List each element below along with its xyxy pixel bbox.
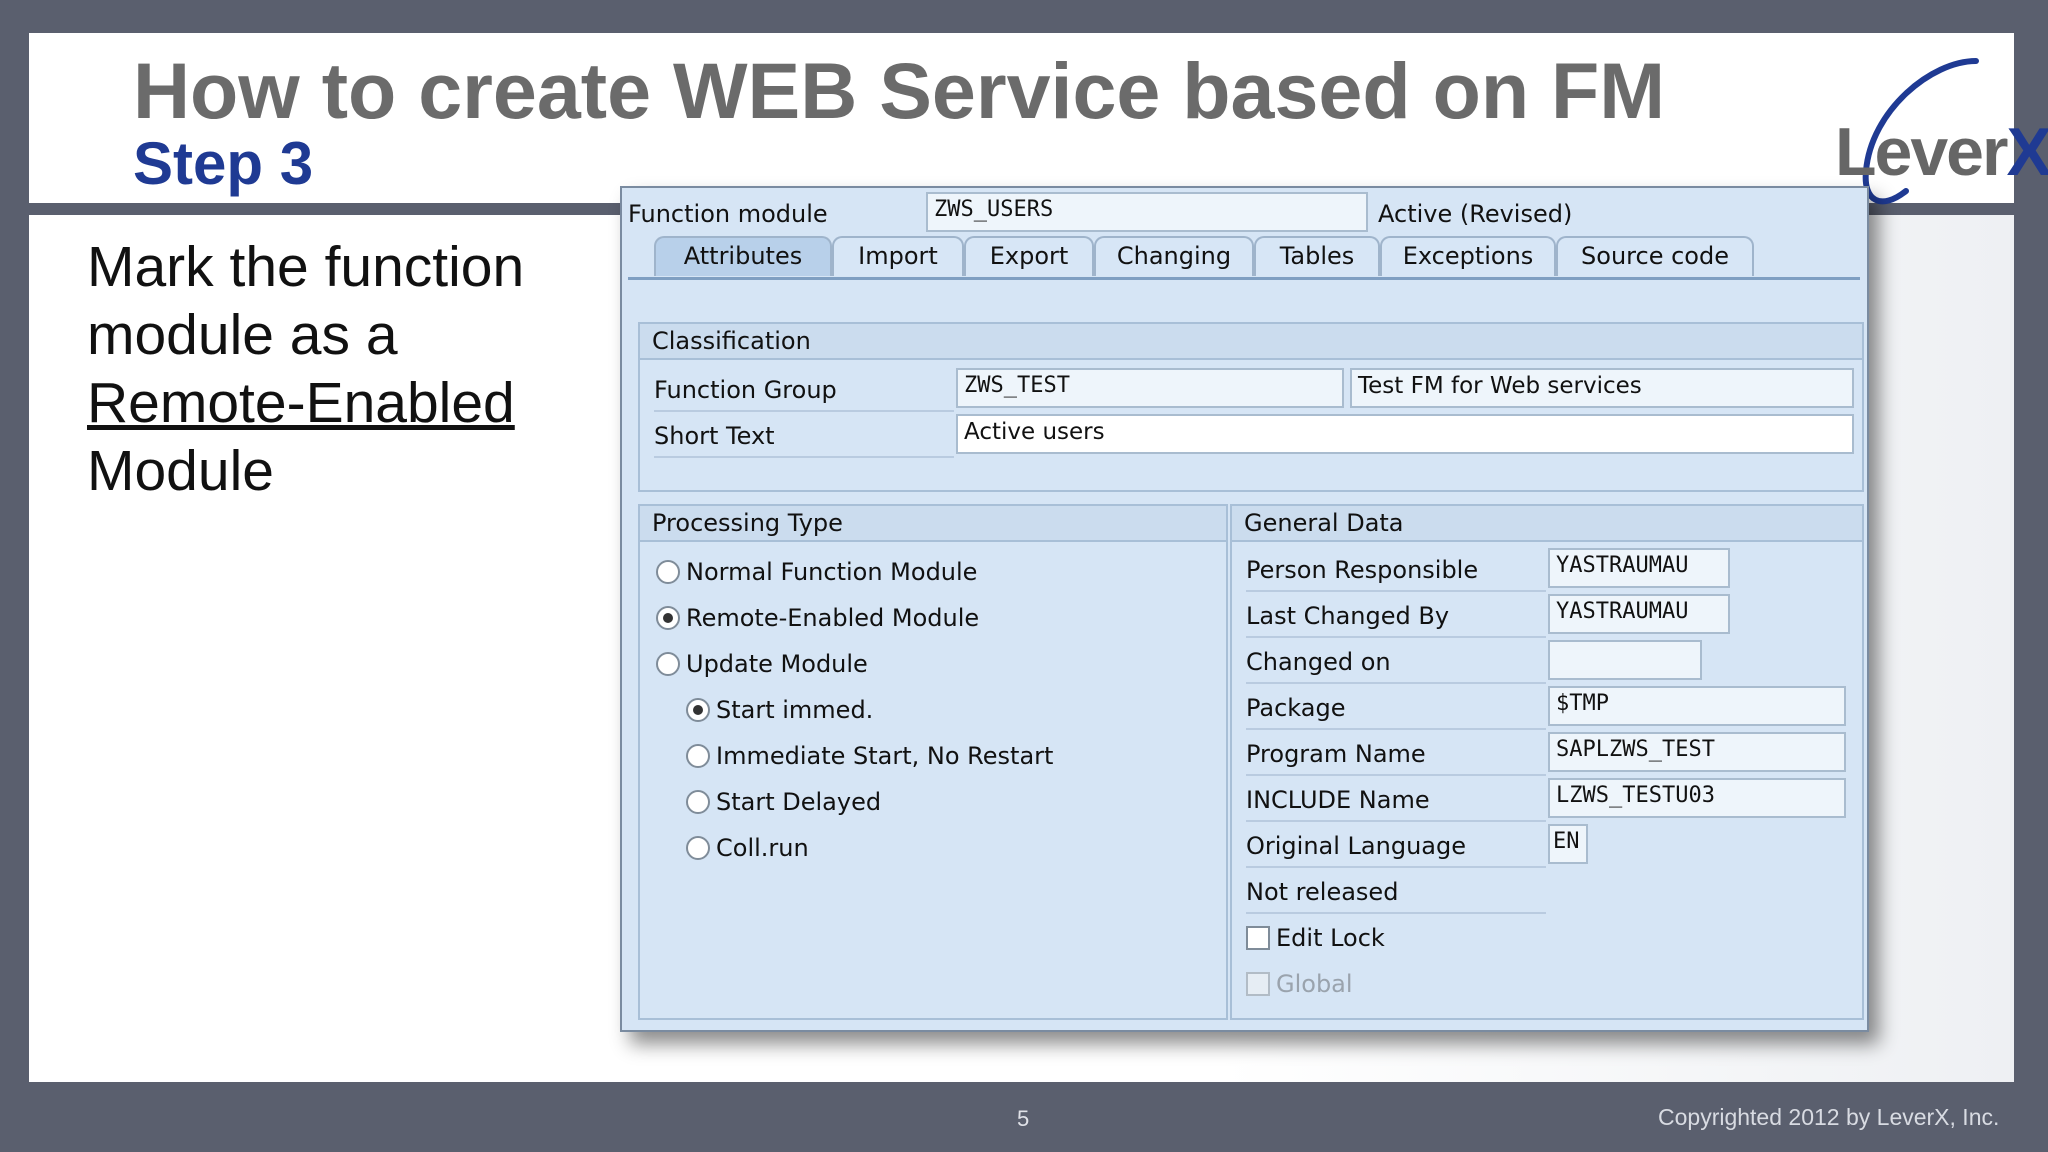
copyright-text: Copyrighted 2012 by LeverX, Inc. [1658,1104,2000,1130]
last-changed-by-field[interactable]: YASTRAUMAU [1548,594,1730,634]
short-text-label: Short Text [654,422,954,458]
radio-start-delayed[interactable] [686,790,710,814]
radio-start-delayed-label: Start Delayed [716,788,882,816]
tab-changing[interactable]: Changing [1094,236,1254,276]
function-module-label: Function module [628,200,828,228]
include-name-field[interactable]: LZWS_TESTU03 [1548,778,1846,818]
person-responsible-label: Person Responsible [1246,556,1546,592]
program-name-label: Program Name [1246,740,1546,776]
tab-import[interactable]: Import [832,236,964,276]
instruction-line: Module [87,439,274,503]
release-status-label: Not released [1246,878,1546,914]
classification-group: Classification Function Group ZWS_TEST T… [638,322,1864,492]
tab-export[interactable]: Export [964,236,1094,276]
tab-source-code[interactable]: Source code [1556,236,1754,276]
slide-title: How to create WEB Service based on FM [133,46,1666,135]
radio-coll-run-label: Coll.run [716,834,809,862]
radio-coll-run[interactable] [686,836,710,860]
tab-underline [628,277,1860,280]
general-data-group: General Data Person Responsible YASTRAUM… [1230,504,1864,1020]
radio-normal-function-module-label: Normal Function Module [686,558,978,586]
changed-on-label: Changed on [1246,648,1546,684]
original-language-field[interactable]: EN [1548,824,1588,864]
person-responsible-field[interactable]: YASTRAUMAU [1548,548,1730,588]
status-text: Active (Revised) [1378,200,1573,228]
page-number: 5 [1017,1106,1030,1131]
program-name-field[interactable]: SAPLZWS_TEST [1548,732,1846,772]
instruction-line: Mark the function [87,235,525,299]
instruction-emphasis: Remote-Enabled [87,371,515,435]
global-label: Global [1276,970,1353,998]
last-changed-by-label: Last Changed By [1246,602,1546,638]
radio-update-module[interactable] [656,652,680,676]
tab-tables[interactable]: Tables [1254,236,1380,276]
edit-lock-label: Edit Lock [1276,924,1385,952]
package-field[interactable]: $TMP [1548,686,1846,726]
radio-remote-enabled-module[interactable] [656,606,680,630]
processing-type-group: Processing Type Normal Function Module R… [638,504,1228,1020]
processing-type-title: Processing Type [640,506,1226,542]
original-language-label: Original Language [1246,832,1546,868]
instruction-text: Mark the function module as a Remote-Ena… [87,233,647,505]
instruction-line: module as a [87,303,398,367]
radio-immediate-start-no-restart-label: Immediate Start, No Restart [716,742,1054,770]
include-name-label: INCLUDE Name [1246,786,1546,822]
function-group-label: Function Group [654,376,954,412]
global-checkbox [1246,972,1270,996]
function-group-field[interactable]: ZWS_TEST [956,368,1344,408]
tab-attributes[interactable]: Attributes [654,236,832,276]
function-group-description: Test FM for Web services [1350,368,1854,408]
radio-start-immed[interactable] [686,698,710,722]
tab-exceptions[interactable]: Exceptions [1380,236,1556,276]
edit-lock-checkbox[interactable] [1246,926,1270,950]
general-data-title: General Data [1232,506,1862,542]
radio-update-module-label: Update Module [686,650,868,678]
short-text-field[interactable]: Active users [956,414,1854,454]
logo-text: LeverX [1835,114,2048,190]
sap-function-builder-window: Function module ZWS_USERS Active (Revise… [620,186,1869,1032]
function-module-field[interactable]: ZWS_USERS [926,192,1368,232]
slide-subtitle: Step 3 [133,130,314,197]
radio-normal-function-module[interactable] [656,560,680,584]
changed-on-field[interactable] [1548,640,1702,680]
slide-header: How to create WEB Service based on FM St… [29,33,2014,203]
classification-title: Classification [640,324,1862,360]
radio-remote-enabled-module-label: Remote-Enabled Module [686,604,980,632]
package-label: Package [1246,694,1546,730]
radio-start-immed-label: Start immed. [716,696,874,724]
radio-immediate-start-no-restart[interactable] [686,744,710,768]
